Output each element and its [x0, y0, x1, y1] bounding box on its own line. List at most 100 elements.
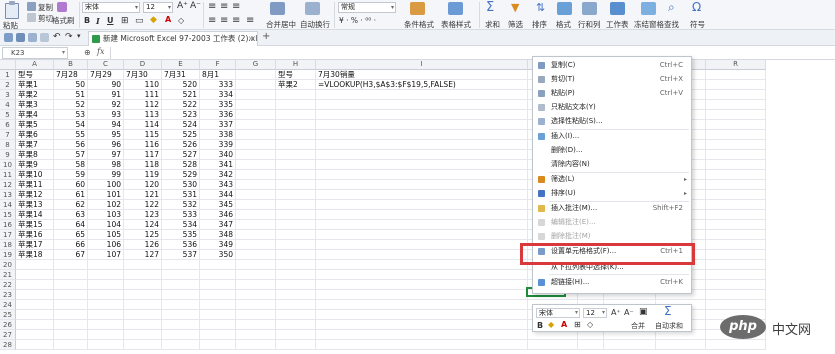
format-painter-button[interactable]: 格式刷	[52, 15, 75, 26]
row-header[interactable]: 20	[0, 260, 16, 270]
grid-cell[interactable]	[706, 80, 766, 90]
row-header[interactable]: 25	[0, 310, 16, 320]
value-cell[interactable]: 106	[88, 240, 124, 250]
column-header[interactable]: D	[124, 60, 162, 70]
grid-cell[interactable]	[316, 100, 528, 110]
menu-item[interactable]: 插入(I)...	[533, 131, 691, 142]
model-cell[interactable]: 苹果13	[16, 200, 54, 210]
value-cell[interactable]: 531	[162, 190, 200, 200]
grid-cell[interactable]	[236, 240, 276, 250]
menu-item[interactable]: 删除(D)...	[533, 145, 691, 156]
lookup-cell[interactable]: 型号	[276, 70, 316, 80]
grid-cell[interactable]	[316, 150, 528, 160]
grid-cell[interactable]	[236, 70, 276, 80]
value-cell[interactable]: 101	[88, 190, 124, 200]
open-file-icon[interactable]	[4, 33, 13, 42]
grid-cell[interactable]	[54, 300, 88, 310]
grid-cell[interactable]	[276, 190, 316, 200]
grid-cell[interactable]	[706, 230, 766, 240]
grid-cell[interactable]	[54, 270, 88, 280]
value-cell[interactable]: 98	[88, 160, 124, 170]
print-icon[interactable]	[28, 33, 37, 42]
row-header[interactable]: 5	[0, 110, 16, 120]
grid-cell[interactable]	[706, 100, 766, 110]
grid-cell[interactable]	[316, 130, 528, 140]
row-header[interactable]: 24	[0, 300, 16, 310]
preview-icon[interactable]	[40, 33, 49, 42]
grid-cell[interactable]	[162, 320, 200, 330]
grid-cell[interactable]	[276, 210, 316, 220]
format-button[interactable]: 格式	[556, 19, 571, 30]
grid-cell[interactable]	[528, 340, 578, 350]
value-cell[interactable]: 94	[88, 120, 124, 130]
column-header[interactable]: R	[706, 60, 766, 70]
grid-cell[interactable]	[316, 330, 528, 340]
merge-center-icon[interactable]	[270, 2, 285, 15]
row-header[interactable]: 18	[0, 240, 16, 250]
value-cell[interactable]: 346	[200, 210, 236, 220]
header-cell[interactable]: 7月28	[54, 70, 88, 80]
grid-cell[interactable]	[706, 140, 766, 150]
mini-format-painter-icon[interactable]: ▣	[639, 307, 648, 317]
value-cell[interactable]: 125	[124, 230, 162, 240]
value-cell[interactable]: 90	[88, 80, 124, 90]
grid-cell[interactable]	[604, 340, 656, 350]
value-cell[interactable]: 99	[88, 170, 124, 180]
value-cell[interactable]: 524	[162, 120, 200, 130]
grid-cell[interactable]	[276, 240, 316, 250]
grid-cell[interactable]	[276, 220, 316, 230]
model-cell[interactable]: 苹果5	[16, 120, 54, 130]
close-tab-icon[interactable]: ×	[248, 32, 254, 45]
value-cell[interactable]: 123	[124, 210, 162, 220]
grid-cell[interactable]	[236, 310, 276, 320]
lookup-cell[interactable]: 苹果2	[276, 80, 316, 90]
value-cell[interactable]: 521	[162, 90, 200, 100]
grid-cell[interactable]	[16, 270, 54, 280]
model-cell[interactable]: 苹果7	[16, 140, 54, 150]
mini-clear-icon[interactable]: ◇	[587, 320, 593, 329]
value-cell[interactable]: 97	[88, 150, 124, 160]
grid-cell[interactable]	[124, 260, 162, 270]
grid-cell[interactable]	[656, 340, 706, 350]
row-header[interactable]: 14	[0, 200, 16, 210]
value-cell[interactable]: 95	[88, 130, 124, 140]
mini-fill-color-icon[interactable]: ◆	[548, 320, 554, 329]
paste-icon[interactable]	[5, 1, 19, 19]
grid-cell[interactable]	[16, 290, 54, 300]
grid-cell[interactable]	[316, 180, 528, 190]
grid-cell[interactable]	[276, 290, 316, 300]
value-cell[interactable]: 339	[200, 140, 236, 150]
value-cell[interactable]: 533	[162, 210, 200, 220]
mini-font-name-select[interactable]: 宋体	[536, 308, 580, 318]
mini-font-color-icon[interactable]: A	[561, 320, 567, 329]
grid-cell[interactable]	[276, 310, 316, 320]
insert-function-button[interactable]: fx	[97, 47, 104, 56]
value-cell[interactable]: 50	[54, 80, 88, 90]
grid-cell[interactable]	[706, 170, 766, 180]
value-cell[interactable]: 520	[162, 80, 200, 90]
grid-cell[interactable]	[236, 80, 276, 90]
column-header[interactable]: H	[276, 60, 316, 70]
conditional-format-button[interactable]: 条件格式	[404, 19, 434, 30]
value-cell[interactable]: 117	[124, 150, 162, 160]
model-cell[interactable]: 苹果9	[16, 160, 54, 170]
value-cell[interactable]: 532	[162, 200, 200, 210]
grid-cell[interactable]	[236, 170, 276, 180]
grid-cell[interactable]	[706, 200, 766, 210]
format-icon[interactable]	[557, 2, 572, 15]
freeze-button[interactable]: 冻结窗格	[634, 19, 664, 30]
grid-cell[interactable]	[276, 230, 316, 240]
value-cell[interactable]: 65	[54, 230, 88, 240]
grid-cell[interactable]	[316, 190, 528, 200]
mini-grow-font-icon[interactable]: A⁺	[611, 308, 621, 317]
merge-center-button[interactable]: 合并居中	[266, 19, 296, 30]
value-cell[interactable]: 61	[54, 190, 88, 200]
grid-cell[interactable]	[200, 270, 236, 280]
grid-cell[interactable]	[162, 290, 200, 300]
save-icon[interactable]	[16, 33, 25, 42]
mini-autosum-icon[interactable]: Σ	[664, 304, 672, 318]
menu-item[interactable]: 只粘贴文本(Y)	[533, 102, 691, 113]
number-format-select[interactable]: 常规	[338, 2, 396, 13]
grid-cell[interactable]	[706, 120, 766, 130]
grid-cell[interactable]	[276, 270, 316, 280]
